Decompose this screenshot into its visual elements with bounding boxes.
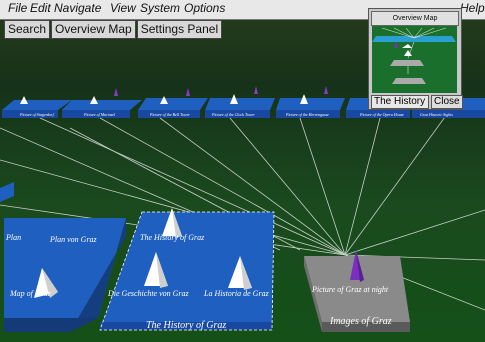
menu-navigate[interactable]: Navigate <box>54 1 101 15</box>
overview-title[interactable]: Overview Map <box>371 11 459 26</box>
toolbar: Search Overview Map Settings Panel <box>4 20 223 39</box>
far-label: Graz Historic Sights <box>420 112 453 117</box>
history-item: The History of Graz <box>140 233 205 242</box>
overview-map-window[interactable]: Overview Map The History of Graz Close <box>368 8 463 110</box>
overview-current-node: The History of Graz <box>371 95 429 109</box>
far-markers <box>114 86 328 96</box>
history-block[interactable]: The History of Graz Die Geschichte von G… <box>99 208 275 331</box>
menu-system[interactable]: System <box>140 1 180 15</box>
left-block-item: Map of Graz <box>9 289 52 298</box>
images-block[interactable]: Picture of Graz at night Images of Graz <box>304 250 410 332</box>
menu-file[interactable]: File <box>8 1 27 15</box>
left-block-item: Plan <box>5 233 21 242</box>
search-button[interactable]: Search <box>4 20 51 39</box>
left-block-title: Plan von Graz <box>49 235 98 244</box>
far-label: Picture of Stagerdorf <box>19 112 55 117</box>
history-item: Die Geschichte von Graz <box>107 289 190 298</box>
far-label: Picture of the Herrengasse <box>285 112 329 117</box>
menu-options[interactable]: Options <box>184 1 225 15</box>
far-label: Picture of the Opera House <box>359 112 404 117</box>
settings-panel-button[interactable]: Settings Panel <box>136 20 223 39</box>
far-label: Picture of the Clock Tower <box>211 112 255 117</box>
menu-help[interactable]: Help <box>460 1 485 15</box>
overview-minimap[interactable] <box>372 26 457 93</box>
history-block-title: The History of Graz <box>146 320 226 331</box>
far-label: Picture of the Bell Tower <box>149 112 190 117</box>
overview-map-button[interactable]: Overview Map <box>51 20 136 39</box>
far-labels: Picture of Stagerdorf Picture of Murinse… <box>19 112 453 117</box>
menu-edit[interactable]: Edit <box>30 1 51 15</box>
images-block-title: Images of Graz <box>329 316 392 327</box>
history-item: La Historia de Graz <box>203 289 270 298</box>
far-label: Picture of Murinsel <box>83 112 116 117</box>
menu-view[interactable]: View <box>110 1 136 15</box>
overview-close-button[interactable]: Close <box>431 95 463 109</box>
edge-tile[interactable] <box>0 182 14 202</box>
minimap-graphic <box>372 27 456 84</box>
images-item: Picture of Graz at night <box>311 285 389 294</box>
